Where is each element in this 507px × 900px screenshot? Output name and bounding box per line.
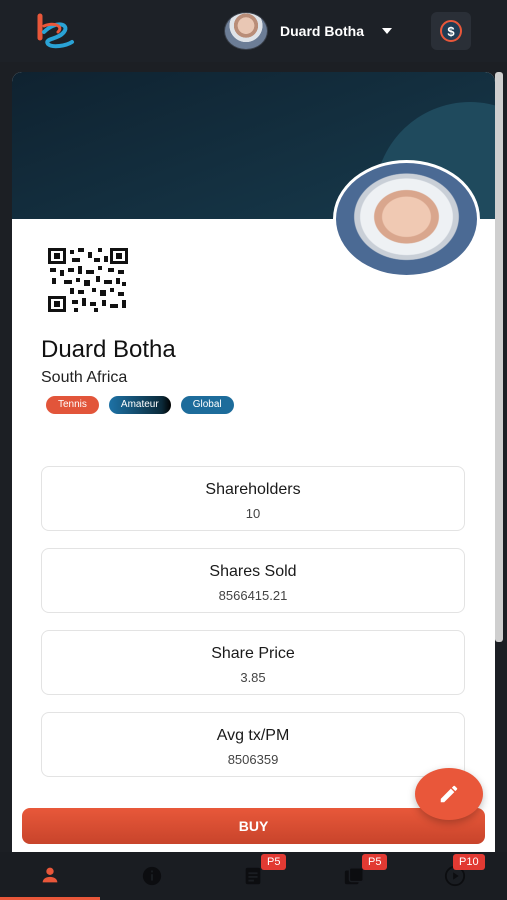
nav-info[interactable]: [102, 852, 202, 900]
edit-button[interactable]: [415, 768, 483, 820]
wallet-button[interactable]: $: [431, 12, 471, 50]
stat-value: 3.85: [240, 670, 266, 685]
pencil-icon: [440, 785, 458, 803]
nav-badge: P10: [453, 854, 485, 870]
qr-code-icon[interactable]: [48, 248, 128, 312]
info-icon: [142, 866, 162, 886]
svg-text:$: $: [447, 24, 455, 39]
user-menu[interactable]: Duard Botha: [224, 12, 392, 50]
stat-value: 8506359: [227, 752, 279, 767]
stat-label: Shareholders: [205, 481, 301, 498]
chevron-down-icon: [382, 28, 392, 34]
nav-portfolio[interactable]: P5: [304, 852, 404, 900]
nav-play[interactable]: P10: [405, 852, 505, 900]
top-bar: Duard Botha $: [0, 0, 507, 62]
dollar-coin-icon: $: [440, 20, 462, 42]
profile-name: Duard Botha: [41, 336, 176, 363]
stat-card-shares-sold: Shares Sold 8566415.21: [41, 548, 465, 613]
profile-photo: [333, 160, 480, 278]
avatar: [224, 12, 268, 50]
stat-label: Avg tx/PM: [216, 727, 290, 744]
stat-card-shareholders: Shareholders 10: [41, 466, 465, 531]
nav-profile[interactable]: [0, 852, 100, 900]
stat-card-share-price: Share Price 3.85: [41, 630, 465, 695]
buy-button[interactable]: BUY: [22, 808, 485, 844]
logo-icon[interactable]: [34, 12, 78, 50]
stat-value: 10: [245, 506, 261, 521]
bottom-nav: P5 P5 P10: [0, 852, 507, 900]
stat-label: Share Price: [211, 645, 295, 662]
user-name: Duard Botha: [280, 23, 364, 39]
nav-badge: P5: [362, 854, 388, 870]
person-icon: [42, 867, 58, 882]
tag-tennis[interactable]: Tennis: [46, 396, 99, 414]
stat-label: Shares Sold: [209, 563, 297, 580]
stat-card-avg-tx: Avg tx/PM 8506359: [41, 712, 465, 777]
profile-country: South Africa: [41, 369, 128, 386]
scrollbar[interactable]: [495, 72, 503, 642]
tag-amateur[interactable]: Amateur: [108, 396, 171, 414]
tag-list: Tennis Amateur Global: [46, 396, 234, 414]
profile-card: Duard Botha South Africa Tennis Amateur …: [12, 72, 495, 852]
nav-documents[interactable]: P5: [203, 852, 303, 900]
nav-badge: P5: [261, 854, 287, 870]
tag-global[interactable]: Global: [180, 396, 234, 414]
stat-value: 8566415.21: [218, 588, 288, 603]
